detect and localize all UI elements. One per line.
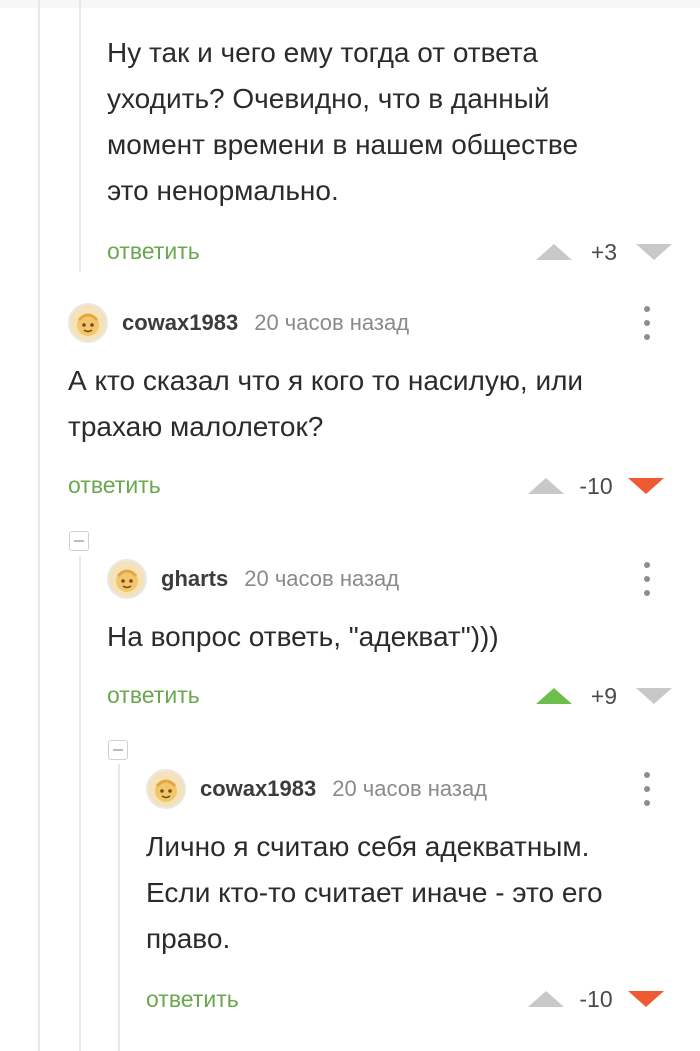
avatar-face-icon bbox=[77, 313, 99, 336]
comment-text: Ну так и чего ему тогда от ответа уходит… bbox=[107, 37, 579, 206]
avatar[interactable] bbox=[107, 559, 147, 599]
comment-header: gharts 20 часов назад bbox=[107, 557, 399, 601]
thread-line bbox=[38, 0, 40, 1051]
downvote-icon[interactable] bbox=[636, 688, 672, 704]
timestamp: 20 часов назад bbox=[244, 566, 400, 591]
downvote-icon[interactable] bbox=[628, 991, 664, 1007]
rating-score: +3 bbox=[590, 238, 618, 265]
more-options-icon[interactable] bbox=[642, 772, 652, 806]
reply-button[interactable]: ответить bbox=[68, 472, 161, 499]
comment-thread: Ну так и чего ему тогда от ответа уходит… bbox=[0, 0, 700, 1051]
upvote-icon[interactable] bbox=[528, 478, 564, 494]
previous-comment-header-edge bbox=[0, 0, 700, 8]
username[interactable]: gharts bbox=[161, 566, 228, 592]
username[interactable]: cowax1983 bbox=[122, 310, 238, 336]
reply-button[interactable]: ответить bbox=[107, 238, 200, 265]
vote-controls: +3 bbox=[536, 237, 672, 267]
downvote-icon[interactable] bbox=[628, 478, 664, 494]
collapse-thread-button[interactable] bbox=[69, 531, 89, 551]
thread-line bbox=[118, 764, 120, 1051]
reply-button[interactable]: ответить bbox=[146, 986, 239, 1013]
avatar[interactable] bbox=[68, 303, 108, 343]
timestamp: 20 часов назад bbox=[332, 776, 488, 801]
upvote-icon[interactable] bbox=[528, 991, 564, 1007]
vote-controls: -10 bbox=[528, 471, 664, 501]
username[interactable]: cowax1983 bbox=[200, 776, 316, 802]
comment-header: cowax1983 20 часов назад bbox=[146, 767, 487, 811]
reply-button[interactable]: ответить bbox=[107, 682, 200, 709]
downvote-icon[interactable] bbox=[636, 244, 672, 260]
rating-score: -10 bbox=[579, 985, 613, 1012]
upvote-icon[interactable] bbox=[536, 244, 572, 260]
thread-line bbox=[79, 0, 81, 272]
upvote-icon[interactable] bbox=[536, 688, 572, 704]
comment-header: cowax1983 20 часов назад bbox=[68, 301, 409, 345]
collapse-thread-button[interactable] bbox=[108, 740, 128, 760]
vote-controls: +9 bbox=[536, 681, 672, 711]
vote-controls: -10 bbox=[528, 984, 664, 1014]
more-options-icon[interactable] bbox=[642, 562, 652, 596]
comment-text: А кто сказал что я кого то насилую, или … bbox=[68, 365, 584, 442]
more-options-icon[interactable] bbox=[642, 306, 652, 340]
timestamp: 20 часов назад bbox=[254, 310, 410, 335]
avatar[interactable] bbox=[146, 769, 186, 809]
avatar-face-icon bbox=[116, 569, 138, 592]
thread-line bbox=[79, 556, 81, 1051]
comment-text: Лично я считаю себя адекватным. Если кто… bbox=[146, 831, 603, 954]
comment-text: На вопрос ответь, "адекват"))) bbox=[107, 621, 499, 652]
rating-score: +9 bbox=[590, 682, 618, 709]
avatar-face-icon bbox=[155, 779, 177, 802]
rating-score: -10 bbox=[579, 472, 613, 499]
